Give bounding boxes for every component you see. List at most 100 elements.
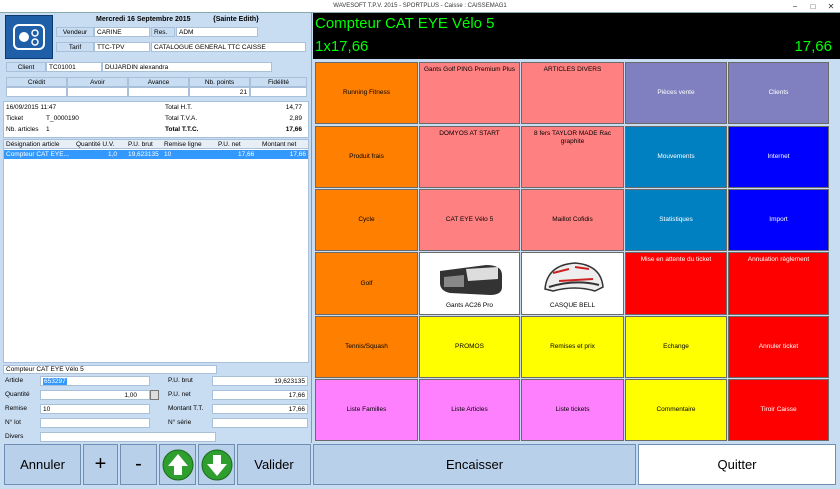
arrow-up-icon [162, 449, 193, 480]
row-designation: Compteur CAT EYE... [6, 151, 69, 158]
res-label: Res. [151, 27, 175, 37]
row-quantite: 1,0 [108, 151, 118, 158]
close-button[interactable]: ✕ [822, 0, 840, 13]
tile-golf[interactable]: Golf [315, 252, 418, 315]
move-up-button[interactable] [159, 444, 196, 485]
row-pu-brut: 19,623135 [128, 151, 159, 158]
article-value: 653297 [43, 377, 67, 385]
glove-image-icon [439, 265, 502, 295]
remise-field[interactable]: 10 [40, 404, 150, 414]
tile-mise-en-attente-du-ticket[interactable]: Mise en attente du ticket [625, 252, 727, 315]
window-title: WAVESOFT T.P.V. 2015 - SPORTPLUS - Caiss… [333, 3, 507, 9]
tile-cat-eye-velo-5[interactable]: CAT EYE Vélo 5 [419, 189, 520, 251]
nb-points-value: 21 [189, 87, 250, 97]
montant-field[interactable]: 17,66 [212, 404, 308, 414]
tile-tiroir-caisse[interactable]: Tiroir Caisse [728, 379, 829, 441]
pu-net-label: P.U. net [168, 391, 191, 398]
total-tva-label: Total T.V.A. [165, 115, 198, 122]
client-code-field[interactable]: TC01001 [46, 62, 102, 72]
col-quantite[interactable]: Quantité U.V. [76, 141, 114, 148]
table-row[interactable]: Compteur CAT EYE... 1,0 19,623135 10 17,… [4, 150, 308, 159]
tarif-field[interactable]: TTC-TPV [94, 42, 150, 52]
ticket-number: T_0000190 [46, 115, 79, 122]
pu-net-field[interactable]: 17,66 [212, 390, 308, 400]
res-field[interactable]: ADM [176, 27, 258, 37]
valider-button[interactable]: Valider [237, 444, 311, 485]
customer-display: Compteur CAT EYE Vélo 5 1x17,66 17,66 [313, 13, 840, 59]
annuler-button[interactable]: Annuler [4, 444, 81, 485]
col-montant[interactable]: Montant net [262, 141, 296, 148]
divers-field[interactable] [40, 432, 216, 442]
tile-label: Running Fitness [343, 89, 390, 97]
nb-articles-label: Nb. articles [6, 126, 39, 133]
tile-maillot-cofidis[interactable]: Maillot Cofidis [521, 189, 624, 251]
tile-annulation-reglement[interactable]: Annulation règlement [728, 252, 829, 315]
client-label: Client [6, 62, 46, 72]
tile-statistiques[interactable]: Statistiques [625, 189, 727, 251]
tile-echange[interactable]: Echange [625, 316, 727, 378]
display-line1: Compteur CAT EYE Vélo 5 [315, 15, 495, 32]
tile-label: ARTICLES DIVERS [543, 66, 602, 73]
maximize-button[interactable]: □ [804, 0, 822, 13]
pu-brut-field[interactable]: 19,623135 [212, 376, 308, 386]
tile-annuler-ticket[interactable]: Annuler ticket [728, 316, 829, 378]
tile-pieces-vente[interactable]: Pièces vente [625, 62, 727, 124]
quitter-button[interactable]: Quitter [638, 444, 836, 485]
tile-clients[interactable]: Clients [728, 62, 829, 124]
avance-col: Avance [128, 77, 189, 87]
tile-label: Clients [768, 89, 789, 97]
ticket-lines-table[interactable]: Désignation article Quantité U.V. P.U. b… [3, 139, 309, 363]
tile-produit-frais[interactable]: Produit frais [315, 126, 418, 188]
tile-label: Remises et prix [550, 343, 595, 351]
table-header: Désignation article Quantité U.V. P.U. b… [4, 140, 308, 149]
tile-gants-ac26-pro[interactable]: Gants AC26 Pro [419, 252, 520, 315]
tile-liste-articles[interactable]: Liste Articles [419, 379, 520, 441]
tile-running-fitness[interactable]: Running Fitness [315, 62, 418, 124]
tile-domyos-at-start[interactable]: DOMYOS AT START [419, 126, 520, 188]
tile-label: Tennis/Squash [345, 343, 388, 351]
col-pu-net[interactable]: P.U. net [218, 141, 241, 148]
tile-gants-golf-ping-premium-plus[interactable]: Gants Golf PING Premium Plus [419, 62, 520, 124]
avance-value [128, 87, 189, 97]
tile-internet[interactable]: Internet [728, 126, 829, 188]
nlot-field[interactable] [40, 418, 150, 428]
tile-casque-bell[interactable]: CASQUE BELL [521, 252, 624, 315]
tile-commentaire[interactable]: Commentaire [625, 379, 727, 441]
vendeur-field[interactable]: CARINE [94, 27, 150, 37]
encaisser-button[interactable]: Encaisser [313, 444, 636, 485]
nlot-label: N° lot [5, 419, 21, 426]
catalogue-field[interactable]: CATALOGUE GENERAL TTC CAISSE [151, 42, 306, 52]
col-remise[interactable]: Remise ligne [164, 141, 202, 148]
ticket-label: Ticket [6, 115, 24, 122]
nb-points-col: Nb. points [189, 77, 250, 87]
row-remise: 10 [164, 151, 172, 158]
tile-liste-tickets[interactable]: Liste tickets [521, 379, 624, 441]
nserie-field[interactable] [212, 418, 308, 428]
tile-tennis-squash[interactable]: Tennis/Squash [315, 316, 418, 378]
tile-articles-divers[interactable]: ARTICLES DIVERS [521, 62, 624, 124]
total-ttc-label: Total T.T.C. [165, 126, 199, 133]
tile-remises-et-prix[interactable]: Remises et prix [521, 316, 624, 378]
tile-cycle[interactable]: Cycle [315, 189, 418, 251]
tile-promos[interactable]: PROMOS [419, 316, 520, 378]
montant-label: Montant T.T. [168, 405, 204, 412]
tile-import[interactable]: Import [728, 189, 829, 251]
total-ht-label: Total H.T. [165, 104, 193, 111]
plus-button[interactable]: + [83, 444, 118, 485]
client-name-field[interactable]: DUJARDIN alexandra [102, 62, 272, 72]
quantite-field[interactable]: 1,00 [40, 390, 150, 400]
tile-mouvements[interactable]: Mouvements [625, 126, 727, 188]
calculator-icon[interactable] [150, 390, 159, 400]
tile-label: Annuler ticket [758, 343, 799, 351]
col-designation[interactable]: Désignation article [6, 141, 59, 148]
tile-label: Gants AC26 Pro [446, 302, 493, 310]
detail-title: Compteur CAT EYE Vélo 5 [3, 365, 217, 374]
tile-8-fers-taylor-made-rac-graphite[interactable]: 8 fers TAYLOR MADE Rac graphite [521, 126, 624, 188]
minimize-button[interactable]: − [786, 0, 804, 13]
col-pu-brut[interactable]: P.U. brut [128, 141, 153, 148]
tile-label: Mise en attente du ticket [640, 256, 712, 263]
move-down-button[interactable] [198, 444, 235, 485]
article-field[interactable]: 653297 [40, 376, 150, 386]
minus-button[interactable]: - [120, 444, 157, 485]
tile-liste-familles[interactable]: Liste Familles [315, 379, 418, 441]
